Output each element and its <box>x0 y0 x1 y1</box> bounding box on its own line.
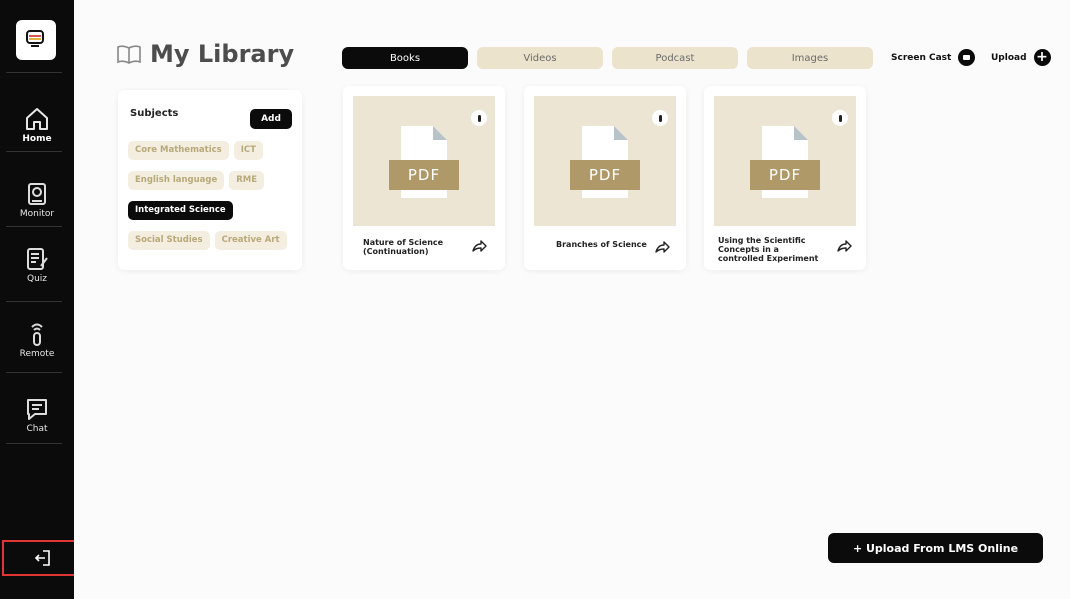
chat-icon <box>27 399 47 420</box>
upload-label: Upload <box>991 52 1027 63</box>
media-tabs: Books Videos Podcast Images <box>342 47 882 69</box>
monitor-icon <box>28 183 46 205</box>
book-thumbnail: PDF <box>534 96 676 226</box>
book-title: Branches of Science <box>556 240 647 249</box>
share-icon[interactable] <box>471 239 487 253</box>
more-options-icon[interactable] <box>652 110 668 126</box>
subject-chip-english-language[interactable]: English language <box>128 171 225 190</box>
plus-icon: + <box>1033 49 1051 66</box>
sidebar-item-home[interactable]: Home <box>0 106 74 144</box>
book-icon <box>117 45 141 64</box>
subjects-heading: Subjects <box>130 108 179 119</box>
share-icon[interactable] <box>654 240 670 254</box>
remote-icon <box>31 323 43 346</box>
sidebar-item-monitor[interactable]: Monitor <box>0 181 74 219</box>
subjects-panel: Subjects Add Core Mathematics ICT English… <box>118 90 302 270</box>
subject-chip-core-mathematics[interactable]: Core Mathematics <box>128 141 229 160</box>
book-card[interactable]: PDF Using the Scientific Concepts in a c… <box>704 86 866 270</box>
upload-from-lms-button[interactable]: + Upload From LMS Online <box>828 533 1043 563</box>
sidebar-item-chat[interactable]: Chat <box>0 396 74 434</box>
subject-chip-integrated-science[interactable]: Integrated Science <box>128 201 233 220</box>
book-title: Using the Scientific Concepts in a contr… <box>718 236 819 263</box>
sidebar-item-quiz[interactable]: Quiz <box>0 246 74 284</box>
subject-chip-rme[interactable]: RME <box>229 171 265 190</box>
subject-chip-social-studies[interactable]: Social Studies <box>128 231 210 250</box>
more-options-icon[interactable] <box>471 110 487 126</box>
logo-icon <box>26 30 44 47</box>
divider <box>6 226 62 227</box>
share-icon[interactable] <box>836 239 852 253</box>
sidebar-item-label: Home <box>22 134 52 144</box>
divider <box>6 372 62 373</box>
upload-button[interactable]: Upload + <box>991 49 1051 66</box>
divider <box>6 301 62 302</box>
book-title: Nature of Science (Continuation) <box>363 238 444 256</box>
sidebar: Home Monitor Quiz Remote Chat <box>0 0 74 599</box>
logout-button[interactable] <box>2 540 84 576</box>
sidebar-item-label: Remote <box>19 349 55 359</box>
tab-images[interactable]: Images <box>747 47 873 69</box>
sidebar-item-label: Monitor <box>19 209 55 219</box>
page-header: My Library <box>116 40 294 68</box>
pdf-badge: PDF <box>389 160 459 190</box>
screen-cast-icon <box>958 49 976 66</box>
tab-podcast[interactable]: Podcast <box>612 47 738 69</box>
app-logo[interactable] <box>16 20 56 60</box>
sidebar-item-label: Chat <box>26 424 48 434</box>
divider <box>6 72 62 73</box>
logout-icon <box>34 550 50 566</box>
home-icon <box>26 108 48 130</box>
subject-chips: Core Mathematics ICT English language RME … <box>128 137 298 257</box>
pdf-badge: PDF <box>570 160 640 190</box>
tab-books[interactable]: Books <box>342 47 468 69</box>
book-card[interactable]: PDF Branches of Science <box>524 86 686 270</box>
more-options-icon[interactable] <box>832 110 848 126</box>
divider <box>6 443 62 444</box>
screen-cast-label: Screen Cast <box>891 52 952 63</box>
page-title: My Library <box>150 40 295 68</box>
sidebar-item-label: Quiz <box>26 274 47 284</box>
tab-videos[interactable]: Videos <box>477 47 603 69</box>
book-card[interactable]: PDF Nature of Science (Continuation) <box>343 86 505 270</box>
add-subject-button[interactable]: Add <box>250 109 292 129</box>
divider <box>6 151 62 152</box>
sidebar-item-remote[interactable]: Remote <box>0 321 74 359</box>
subject-chip-creative-art[interactable]: Creative Art <box>214 231 287 250</box>
screen-cast-button[interactable]: Screen Cast <box>891 49 976 66</box>
pdf-badge: PDF <box>750 160 820 190</box>
subject-chip-ict[interactable]: ICT <box>233 141 263 160</box>
book-thumbnail: PDF <box>714 96 856 226</box>
quiz-icon <box>27 248 48 270</box>
main-content: My Library Books Videos Podcast Images S… <box>74 0 1070 599</box>
book-thumbnail: PDF <box>353 96 495 226</box>
